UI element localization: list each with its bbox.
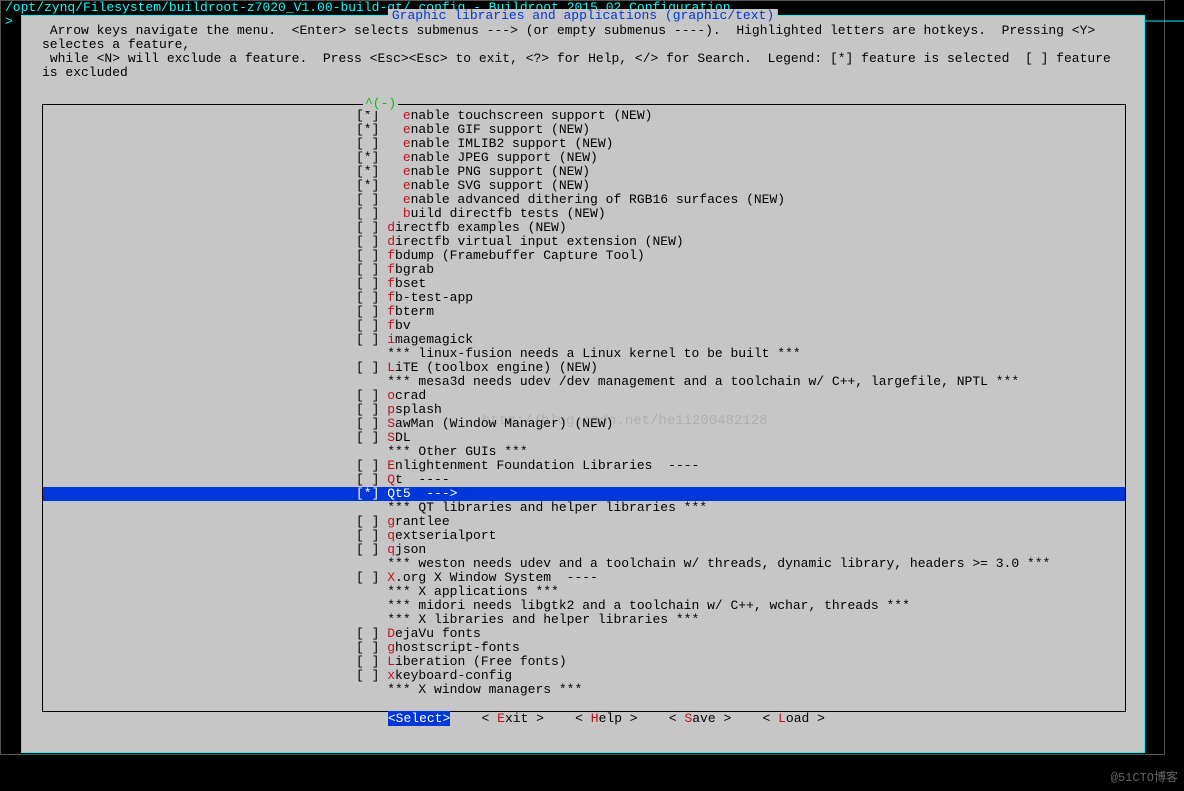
menu-item[interactable]: [*] enable GIF support (NEW) xyxy=(43,123,1125,137)
menu-item[interactable]: [ ] Liberation (Free fonts) xyxy=(43,655,1125,669)
save-button[interactable]: < Save > xyxy=(669,711,731,726)
menu-item[interactable]: [ ] directfb virtual input extension (NE… xyxy=(43,235,1125,249)
menu-item[interactable]: [*] enable touchscreen support (NEW) xyxy=(43,109,1125,123)
menu-item[interactable]: [ ] SDL xyxy=(43,431,1125,445)
load-button[interactable]: < Load > xyxy=(762,711,824,726)
menu-item[interactable]: [ ] fbset xyxy=(43,277,1125,291)
menu-item[interactable]: [ ] DejaVu fonts xyxy=(43,627,1125,641)
menu-item[interactable]: [ ] directfb examples (NEW) xyxy=(43,221,1125,235)
help-button[interactable]: < Help > xyxy=(575,711,637,726)
menu-item[interactable]: [ ] fbterm xyxy=(43,305,1125,319)
menu-item[interactable]: [ ] qjson xyxy=(43,543,1125,557)
menu-item[interactable]: [ ] build directfb tests (NEW) xyxy=(43,207,1125,221)
menu-item[interactable]: [ ] ghostscript-fonts xyxy=(43,641,1125,655)
menu-item: *** QT libraries and helper libraries **… xyxy=(43,501,1125,515)
menu-item: *** X applications *** xyxy=(43,585,1125,599)
main-box: Graphic libraries and applications (grap… xyxy=(21,15,1145,753)
menu-item[interactable]: [ ] enable IMLIB2 support (NEW) xyxy=(43,137,1125,151)
menu-item[interactable]: [ ] qextserialport xyxy=(43,529,1125,543)
menu-item[interactable]: [ ] Qt ---- xyxy=(43,473,1125,487)
button-bar: <Select> < Exit > < Help > < Save > < Lo… xyxy=(22,698,1144,740)
select-button[interactable]: <Select> xyxy=(388,711,450,726)
help-text: Arrow keys navigate the menu. <Enter> se… xyxy=(22,16,1144,84)
menu-item[interactable]: [*] enable SVG support (NEW) xyxy=(43,179,1125,193)
menu-item[interactable]: [ ] fbdump (Framebuffer Capture Tool) xyxy=(43,249,1125,263)
menu-item[interactable]: [ ] xkeyboard-config xyxy=(43,669,1125,683)
menu-item: *** Other GUIs *** xyxy=(43,445,1125,459)
scroll-up-indicator: ^(-) xyxy=(363,97,398,111)
page-title: Graphic libraries and applications (grap… xyxy=(388,9,778,23)
terminal-window: /opt/zynq/Filesystem/buildroot-z7020_V1.… xyxy=(0,0,1165,755)
exit-button[interactable]: < Exit > xyxy=(482,711,544,726)
menu-item: *** X window managers *** xyxy=(43,683,1125,697)
menu-item[interactable]: [*] Qt5 ---> xyxy=(43,487,1125,501)
menu-item[interactable]: [ ] Enlightenment Foundation Libraries -… xyxy=(43,459,1125,473)
menu-item: *** linux-fusion needs a Linux kernel to… xyxy=(43,347,1125,361)
menu-item[interactable]: [ ] imagemagick xyxy=(43,333,1125,347)
menu-item[interactable]: [*] enable JPEG support (NEW) xyxy=(43,151,1125,165)
menu-item: *** mesa3d needs udev /dev management an… xyxy=(43,375,1125,389)
menu-item: *** midori needs libgtk2 and a toolchain… xyxy=(43,599,1125,613)
menu-item: *** weston needs udev and a toolchain w/… xyxy=(43,557,1125,571)
menu-box: ^(-) [*] enable touchscreen support (NEW… xyxy=(42,104,1126,712)
menu-item[interactable]: [ ] ocrad xyxy=(43,389,1125,403)
menu-item[interactable]: [ ] fbv xyxy=(43,319,1125,333)
menu-item[interactable]: [ ] psplash xyxy=(43,403,1125,417)
menu-item: *** X libraries and helper libraries *** xyxy=(43,613,1125,627)
corner-watermark: @51CTO博客 xyxy=(1111,771,1178,785)
menu-item[interactable]: [ ] X.org X Window System ---- xyxy=(43,571,1125,585)
menu-item[interactable]: [ ] SawMan (Window Manager) (NEW) xyxy=(43,417,1125,431)
menu-item[interactable]: [ ] grantlee xyxy=(43,515,1125,529)
menu-item[interactable]: [ ] enable advanced dithering of RGB16 s… xyxy=(43,193,1125,207)
menu-item[interactable]: [ ] fb-test-app xyxy=(43,291,1125,305)
menu-item[interactable]: [*] enable PNG support (NEW) xyxy=(43,165,1125,179)
menu-item[interactable]: [ ] LiTE (toolbox engine) (NEW) xyxy=(43,361,1125,375)
menu-list: [*] enable touchscreen support (NEW)[*] … xyxy=(43,105,1125,701)
menu-item[interactable]: [ ] fbgrab xyxy=(43,263,1125,277)
